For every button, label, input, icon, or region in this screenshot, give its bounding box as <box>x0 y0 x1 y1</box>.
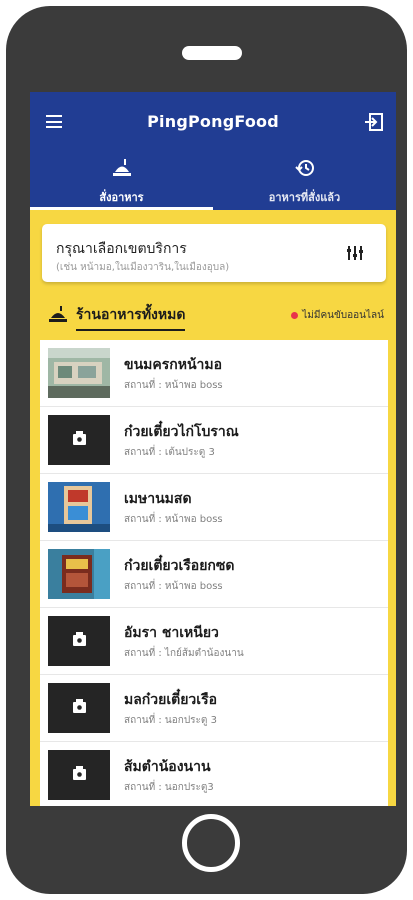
restaurant-name: ก๋วยเตี๋ยวเรือยกซด <box>124 558 235 574</box>
phone-speaker <box>182 46 242 60</box>
tab-active-indicator <box>30 207 213 210</box>
restaurant-item[interactable]: ขนมครกหน้ามอสถานที่ : หน้าพอ boss <box>40 340 388 407</box>
food-tray-icon <box>112 159 131 176</box>
tab-order-history[interactable]: อาหารที่สั่งแล้ว <box>213 150 396 210</box>
restaurant-list: ขนมครกหน้ามอ สถานที่ : หน้าพอ boss ก๋วยเตี… <box>40 340 388 806</box>
restaurant-name: ส้มตำน้องนาน <box>124 759 211 775</box>
driver-status-text: ไม่มีคนขับออนไลน์ <box>302 310 384 321</box>
restaurant-location: สถานที่ : ไกย์ส้มตำน้องนาน <box>124 648 244 659</box>
restaurant-section-header: ร้านอาหารทั้งหมด ไม่มีคนขับออนไลน์ <box>30 298 396 332</box>
shop-placeholder-icon <box>48 415 110 465</box>
restaurant-name: มลก๋วยเตี๋ยวเรือ <box>124 692 218 708</box>
restaurant-item[interactable]: ส้มตำน้องนานสถานที่ : นอกประตู3 <box>40 742 388 806</box>
phone-frame: PingPongFood สั่งอาหาร อาหารที่สั่งแล้ว … <box>6 6 407 894</box>
restaurant-name: เมษานมสด <box>124 491 192 507</box>
app-screen: PingPongFood สั่งอาหาร อาหารที่สั่งแล้ว … <box>30 92 396 806</box>
filter-icon[interactable] <box>346 244 364 262</box>
restaurant-item[interactable]: อัมรา ชาเหนียวสถานที่ : ไกย์ส้มตำน้องนาน <box>40 608 388 675</box>
restaurant-name: อัมรา ชาเหนียว <box>124 625 219 641</box>
driver-status: ไม่มีคนขับออนไลน์ <box>291 308 384 323</box>
restaurant-thumbnail <box>48 549 110 599</box>
restaurant-location: สถานที่ : หน้าพอ boss <box>124 514 223 525</box>
restaurant-location: สถานที่ : หน้าพอ boss <box>124 581 223 592</box>
food-tray-icon <box>49 306 67 322</box>
region-selector[interactable]: กรุณาเลือกเขตบริการ (เช่น หน้ามอ,ในเมือง… <box>42 224 386 282</box>
restaurant-thumbnail <box>48 482 110 532</box>
restaurant-name: ก๋วยเตี๋ยวไก่โบราณ <box>124 424 239 440</box>
history-icon <box>294 160 314 176</box>
region-selector-title: กรุณาเลือกเขตบริการ <box>56 241 187 257</box>
restaurant-location: สถานที่ : นอกประตู 3 <box>124 715 217 726</box>
status-dot-icon <box>291 311 299 319</box>
tab-order-food[interactable]: สั่งอาหาร <box>30 150 213 210</box>
restaurant-name: ขนมครกหน้ามอ <box>124 357 223 373</box>
shop-placeholder-icon <box>48 683 110 733</box>
shop-placeholder-icon <box>48 750 110 800</box>
restaurant-item[interactable]: ก๋วยเตี๋ยวไก่โบราณสถานที่ : เต้นประตู 3 <box>40 407 388 474</box>
restaurant-location: สถานที่ : เต้นประตู 3 <box>124 447 215 458</box>
tab-bar: สั่งอาหาร อาหารที่สั่งแล้ว <box>30 150 396 210</box>
app-title: PingPongFood <box>147 112 279 131</box>
restaurant-item[interactable]: ก๋วยเตี๋ยวเรือยกซดสถานที่ : หน้าพอ boss <box>40 541 388 608</box>
tab-order-food-label: สั่งอาหาร <box>99 191 144 204</box>
region-selector-hint: (เช่น หน้ามอ,ในเมืองวาริน,ในเมืองอุบล) <box>56 262 230 273</box>
section-title: ร้านอาหารทั้งหมด <box>76 304 186 331</box>
restaurant-location: สถานที่ : นอกประตู3 <box>124 782 214 793</box>
logout-icon[interactable] <box>364 112 384 132</box>
app-header: PingPongFood สั่งอาหาร อาหารที่สั่งแล้ว <box>30 92 396 210</box>
restaurant-item[interactable]: เมษานมสดสถานที่ : หน้าพอ boss <box>40 474 388 541</box>
restaurant-item[interactable]: มลก๋วยเตี๋ยวเรือสถานที่ : นอกประตู 3 <box>40 675 388 742</box>
shop-placeholder-icon <box>48 616 110 666</box>
restaurant-location: สถานที่ : หน้าพอ boss <box>124 380 223 391</box>
tab-order-history-label: อาหารที่สั่งแล้ว <box>268 191 341 204</box>
restaurant-thumbnail <box>48 348 110 398</box>
phone-home-button <box>182 814 240 872</box>
